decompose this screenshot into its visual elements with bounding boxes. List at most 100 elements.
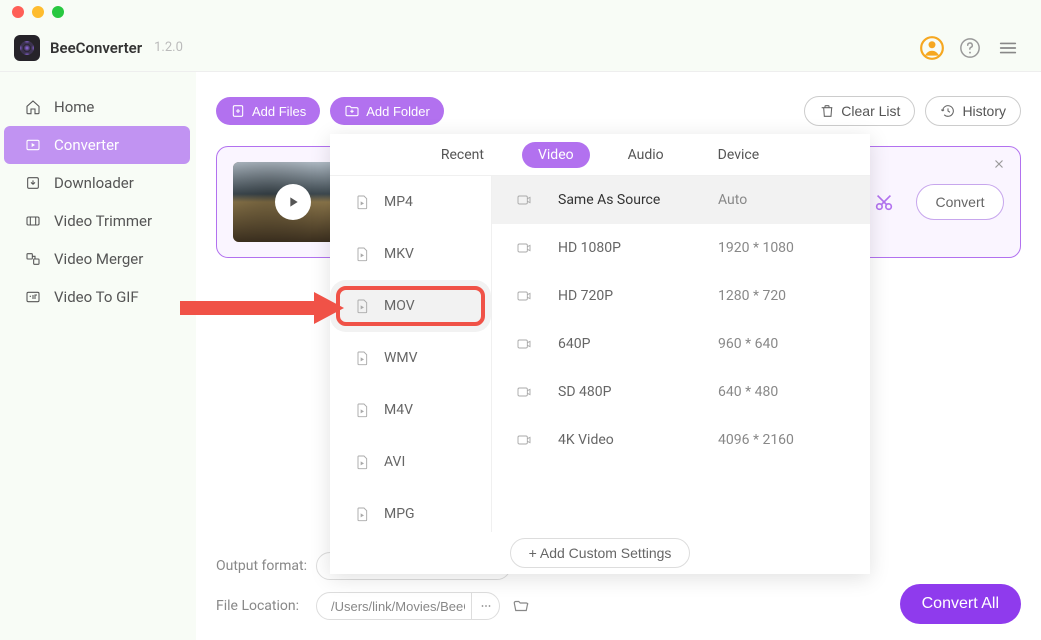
convert-button[interactable]: Convert <box>916 184 1004 220</box>
open-folder-button[interactable] <box>512 597 530 615</box>
file-video-icon <box>354 350 370 366</box>
format-dropdown-panel: Recent Video Audio Device MP4 MKV MOV WMV M4… <box>330 134 870 574</box>
play-icon[interactable] <box>275 184 311 220</box>
video-icon <box>516 240 532 256</box>
video-icon <box>516 192 532 208</box>
sidebar-item-home[interactable]: Home <box>4 88 190 126</box>
account-icon[interactable] <box>917 33 947 63</box>
downloader-icon <box>24 175 42 191</box>
resolution-dimensions: 960 * 640 <box>718 336 778 352</box>
file-location-more-button[interactable] <box>471 593 499 619</box>
output-format-label: Output format: <box>216 558 316 574</box>
format-label: AVI <box>384 454 405 470</box>
resolution-quality: HD 720P <box>558 288 718 304</box>
add-folder-icon <box>344 103 360 119</box>
dropdown-tab-video[interactable]: Video <box>522 142 590 168</box>
file-location-field[interactable] <box>316 592 500 620</box>
window-minimize-button[interactable] <box>32 6 44 18</box>
file-video-icon <box>354 194 370 210</box>
window-close-button[interactable] <box>12 6 24 18</box>
format-label: MP4 <box>384 194 413 210</box>
clear-list-label: Clear List <box>841 103 900 119</box>
video-icon <box>516 336 532 352</box>
home-icon <box>24 99 42 115</box>
resolution-quality: HD 1080P <box>558 240 718 256</box>
sidebar-item-label: Downloader <box>54 174 134 192</box>
resolution-quality: 640P <box>558 336 718 352</box>
add-files-button[interactable]: Add Files <box>216 97 320 125</box>
app-logo <box>14 35 40 61</box>
video-icon <box>516 288 532 304</box>
resolution-dimensions: Auto <box>718 192 747 208</box>
file-location-input[interactable] <box>317 593 471 619</box>
trimmer-icon <box>24 213 42 229</box>
format-option-mov[interactable]: MOV <box>330 280 491 332</box>
format-label: M4V <box>384 402 413 418</box>
resolution-option[interactable]: Same As SourceAuto <box>492 176 870 224</box>
dropdown-tab-audio[interactable]: Audio <box>612 142 680 168</box>
sidebar-item-label: Home <box>54 98 94 116</box>
format-option-avi[interactable]: AVI <box>330 436 491 488</box>
video-icon <box>516 384 532 400</box>
sidebar-item-gif[interactable]: Video To GIF <box>4 278 190 316</box>
close-icon[interactable] <box>992 157 1006 171</box>
converter-icon <box>24 137 42 153</box>
resolution-option[interactable]: HD 1080P1920 * 1080 <box>492 224 870 272</box>
video-icon <box>516 432 532 448</box>
format-option-mpg[interactable]: MPG <box>330 488 491 532</box>
resolution-quality: Same As Source <box>558 192 718 208</box>
file-video-icon <box>354 402 370 418</box>
format-option-mp4[interactable]: MP4 <box>330 176 491 228</box>
sidebar-item-label: Video Trimmer <box>54 212 152 230</box>
history-label: History <box>962 103 1006 119</box>
add-folder-button[interactable]: Add Folder <box>330 97 444 125</box>
dropdown-tab-recent[interactable]: Recent <box>425 142 500 168</box>
add-custom-settings-button[interactable]: + Add Custom Settings <box>510 538 690 568</box>
window-maximize-button[interactable] <box>52 6 64 18</box>
edit-cut-button[interactable] <box>864 182 904 222</box>
format-label: WMV <box>384 350 418 366</box>
file-video-icon <box>354 246 370 262</box>
convert-all-button[interactable]: Convert All <box>900 584 1021 624</box>
history-button[interactable]: History <box>925 96 1021 126</box>
format-label: MKV <box>384 246 414 262</box>
sidebar-item-merger[interactable]: Video Merger <box>4 240 190 278</box>
app-version: 1.2.0 <box>154 40 183 55</box>
add-files-label: Add Files <box>252 104 306 119</box>
resolution-option[interactable]: 4K Video4096 * 2160 <box>492 416 870 464</box>
file-video-icon <box>354 298 370 314</box>
resolution-quality: SD 480P <box>558 384 718 400</box>
resolution-option[interactable]: SD 480P640 * 480 <box>492 368 870 416</box>
sidebar-item-label: Converter <box>54 136 119 154</box>
sidebar-item-trimmer[interactable]: Video Trimmer <box>4 202 190 240</box>
resolution-option[interactable]: 640P960 * 640 <box>492 320 870 368</box>
menu-icon[interactable] <box>993 33 1023 63</box>
resolution-dimensions: 1280 * 720 <box>718 288 786 304</box>
sidebar-item-converter[interactable]: Converter <box>4 126 190 164</box>
gif-icon <box>24 289 42 305</box>
clear-list-button[interactable]: Clear List <box>804 96 915 126</box>
sidebar-item-label: Video Merger <box>54 250 143 268</box>
add-files-icon <box>230 103 246 119</box>
app-name: BeeConverter <box>50 39 142 57</box>
format-label: MOV <box>384 298 415 314</box>
format-label: MPG <box>384 506 415 522</box>
sidebar-item-label: Video To GIF <box>54 288 139 306</box>
dropdown-tab-device[interactable]: Device <box>702 142 775 168</box>
resolution-quality: 4K Video <box>558 432 718 448</box>
sidebar-item-downloader[interactable]: Downloader <box>4 164 190 202</box>
add-folder-label: Add Folder <box>366 104 430 119</box>
resolution-dimensions: 640 * 480 <box>718 384 778 400</box>
resolution-dimensions: 4096 * 2160 <box>718 432 794 448</box>
resolution-option[interactable]: HD 720P1280 * 720 <box>492 272 870 320</box>
history-icon <box>940 103 956 119</box>
format-option-m4v[interactable]: M4V <box>330 384 491 436</box>
file-video-icon <box>354 454 370 470</box>
format-option-mkv[interactable]: MKV <box>330 228 491 280</box>
file-video-icon <box>354 506 370 522</box>
help-icon[interactable] <box>955 33 985 63</box>
file-location-label: File Location: <box>216 598 316 614</box>
merger-icon <box>24 251 42 267</box>
resolution-dimensions: 1920 * 1080 <box>718 240 794 256</box>
format-option-wmv[interactable]: WMV <box>330 332 491 384</box>
